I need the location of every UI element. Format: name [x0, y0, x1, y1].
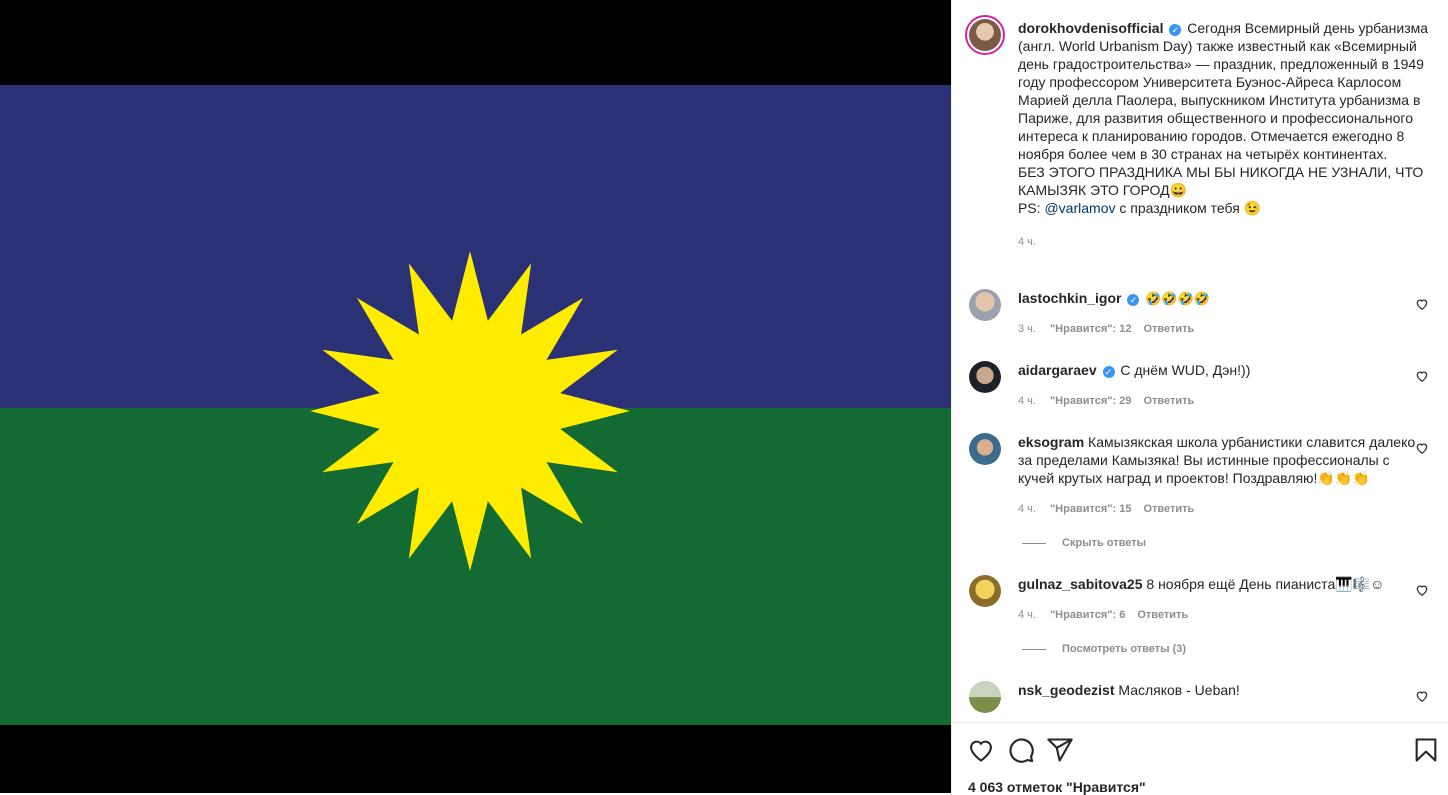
like-comment-icon[interactable] — [1415, 441, 1429, 455]
comment-time[interactable]: 4 ч. — [1018, 503, 1036, 515]
comment-likes[interactable]: "Нравится": 12 — [1050, 323, 1131, 335]
caption-text-caps: БЕЗ ЭТОГО ПРАЗДНИКА МЫ БЫ НИКОГДА НЕ УЗН… — [1018, 164, 1424, 198]
comment-username[interactable]: nsk_geodezist — [1018, 682, 1114, 698]
share-icon[interactable] — [1046, 736, 1074, 764]
thread-line — [1022, 648, 1046, 650]
comment-likes[interactable]: "Нравится": 6 — [1050, 609, 1125, 621]
reply-button[interactable]: Ответить — [1137, 609, 1188, 621]
comment-time[interactable]: 4 ч. — [1018, 609, 1036, 621]
like-comment-icon[interactable] — [1415, 369, 1429, 383]
view-replies-label: Посмотреть ответы (3) — [1062, 643, 1187, 655]
author-username[interactable]: dorokhovdenisofficial — [1018, 20, 1163, 36]
post-image[interactable] — [0, 0, 951, 793]
flag-image — [0, 85, 951, 725]
caption-ps-prefix: PS: — [1018, 200, 1045, 216]
post-caption: dorokhovdenisofficial ✓ Сегодня Всемирны… — [1018, 19, 1433, 251]
comments-scroll-area[interactable]: dorokhovdenisofficial ✓ Сегодня Всемирны… — [952, 0, 1448, 722]
reply-button[interactable]: Ответить — [1143, 395, 1194, 407]
verified-badge-icon: ✓ — [1169, 24, 1182, 36]
verified-badge-icon: ✓ — [1102, 366, 1115, 378]
caption-ps-suffix: с праздником тебя 😉 — [1115, 200, 1262, 216]
like-comment-icon[interactable] — [1415, 583, 1429, 597]
comment-time[interactable]: 3 ч. — [1018, 323, 1036, 335]
commenter-avatar[interactable] — [969, 575, 1001, 607]
comment-text: 8 ноября ещё День пианиста🎹🎼☺ — [1146, 576, 1385, 592]
heart-icon[interactable] — [967, 736, 995, 764]
comment-likes[interactable]: "Нравится": 29 — [1050, 395, 1131, 407]
like-comment-icon[interactable] — [1415, 297, 1429, 311]
verified-badge-icon: ✓ — [1127, 294, 1140, 306]
comment-text: С днём WUD, Дэн!)) — [1120, 362, 1251, 378]
post-side-panel: dorokhovdenisofficial ✓ Сегодня Всемирны… — [951, 0, 1448, 795]
caption-text: Сегодня Всемирный день урбанизма (англ. … — [1018, 20, 1429, 162]
commenter-avatar[interactable] — [969, 361, 1001, 393]
reply-button[interactable]: Ответить — [1143, 503, 1194, 515]
commenter-avatar[interactable] — [969, 681, 1001, 713]
sun-star-icon — [310, 251, 630, 571]
comment-text: 🤣🤣🤣🤣 — [1145, 291, 1210, 306]
thread-line — [1022, 542, 1046, 544]
comment-text: Масляков - Ueban! — [1118, 682, 1240, 698]
like-comment-icon[interactable] — [1415, 689, 1429, 703]
mention-link[interactable]: @varlamov — [1044, 200, 1115, 216]
reply-button[interactable]: Ответить — [1143, 323, 1194, 335]
view-replies-button[interactable]: Посмотреть ответы (3) — [1022, 643, 1186, 655]
commenter-avatar[interactable] — [969, 289, 1001, 321]
post-actions-bar: 4 063 отметок "Нравится" — [952, 722, 1448, 795]
comment-likes[interactable]: "Нравится": 15 — [1050, 503, 1131, 515]
comment-username[interactable]: lastochkin_igor — [1018, 290, 1121, 306]
hide-replies-button[interactable]: Скрыть ответы — [1022, 537, 1146, 549]
commenter-avatar[interactable] — [969, 433, 1001, 465]
comment-icon[interactable] — [1007, 736, 1035, 764]
bookmark-icon[interactable] — [1412, 736, 1440, 764]
comment-username[interactable]: aidargaraev — [1018, 362, 1097, 378]
hide-replies-label: Скрыть ответы — [1062, 537, 1146, 549]
comment-username[interactable]: gulnaz_sabitova25 — [1018, 576, 1143, 592]
comment-username[interactable]: eksogram — [1018, 434, 1084, 450]
post-time[interactable]: 4 ч. — [1018, 233, 1433, 251]
author-avatar[interactable] — [965, 15, 1005, 55]
comment-time[interactable]: 4 ч. — [1018, 395, 1036, 407]
